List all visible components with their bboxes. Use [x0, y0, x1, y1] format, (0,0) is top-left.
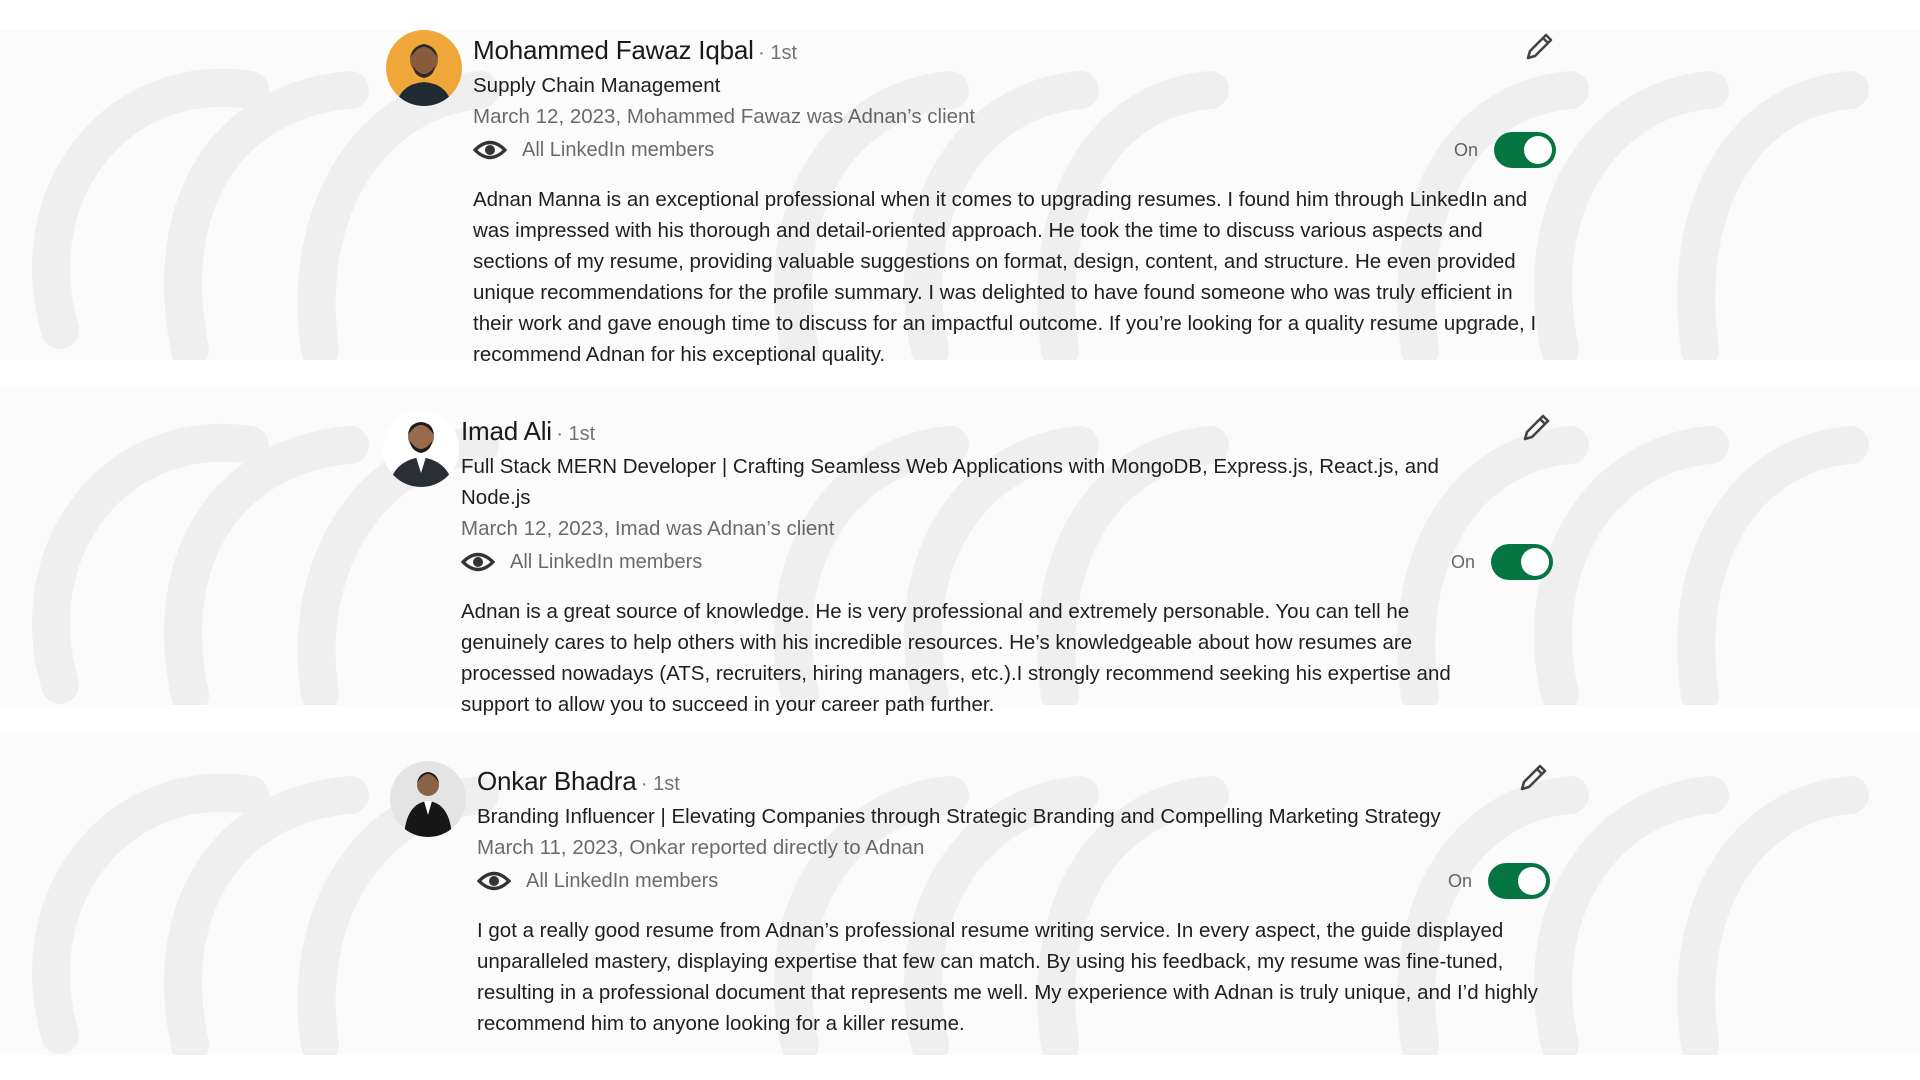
- eye-icon: [473, 140, 507, 160]
- visibility-toggle[interactable]: [1494, 132, 1556, 168]
- edit-button[interactable]: [1519, 411, 1553, 445]
- pencil-icon: [1526, 33, 1553, 60]
- recommender-headline: Full Stack MERN Developer | Crafting Sea…: [461, 455, 1439, 509]
- visibility-label: All LinkedIn members: [510, 550, 703, 573]
- recommender-headline: Supply Chain Management: [473, 74, 721, 97]
- recommendation-date-relation: March 11, 2023, Onkar reported directly …: [477, 836, 925, 859]
- name-line: Imad Ali · 1st: [461, 411, 1553, 451]
- recommendation-content: Onkar Bhadra · 1st Branding Influencer |…: [477, 761, 1550, 1039]
- visibility-toggle[interactable]: [1491, 544, 1553, 580]
- recommender-name[interactable]: Mohammed Fawaz Iqbal: [473, 35, 754, 65]
- edit-button[interactable]: [1522, 30, 1556, 64]
- eye-icon: [461, 552, 495, 572]
- recommendation-date-relation: March 12, 2023, Imad was Adnan’s client: [461, 517, 835, 540]
- recommender-name[interactable]: Imad Ali: [461, 416, 552, 446]
- visibility-toggle[interactable]: [1488, 863, 1550, 899]
- recommendation-content: Mohammed Fawaz Iqbal · 1st Supply Chain …: [473, 30, 1556, 370]
- recommendation-text: Adnan Manna is an exceptional profession…: [473, 188, 1537, 366]
- recommendation-text: I got a really good resume from Adnan’s …: [477, 919, 1538, 1035]
- avatar[interactable]: [390, 761, 466, 837]
- connection-degree: · 1st: [758, 42, 798, 64]
- avatar[interactable]: [383, 411, 459, 487]
- connection-degree: · 1st: [640, 773, 680, 795]
- recommendation-text: Adnan is a great source of knowledge. He…: [461, 600, 1451, 716]
- visibility-toggle-wrap: On: [1451, 544, 1553, 580]
- visibility-toggle-wrap: On: [1454, 132, 1556, 168]
- recommender-name[interactable]: Onkar Bhadra: [477, 766, 637, 796]
- pencil-icon: [1520, 764, 1547, 791]
- visibility-label: All LinkedIn members: [526, 869, 719, 892]
- toggle-knob: [1518, 867, 1546, 895]
- toggle-state-label: On: [1450, 551, 1475, 572]
- edit-button[interactable]: [1516, 761, 1550, 795]
- toggle-state-label: On: [1453, 139, 1478, 160]
- recommender-headline: Branding Influencer | Elevating Companie…: [477, 805, 1441, 828]
- pencil-icon: [1523, 414, 1550, 441]
- eye-icon: [477, 871, 511, 891]
- recommendation-date-relation: March 12, 2023, Mohammed Fawaz was Adnan…: [473, 105, 976, 128]
- visibility-row: All LinkedIn members On: [473, 132, 1556, 168]
- name-line: Onkar Bhadra · 1st: [477, 761, 1550, 801]
- visibility-label: All LinkedIn members: [522, 138, 715, 161]
- recommendation-content: Imad Ali · 1st Full Stack MERN Developer…: [461, 411, 1553, 720]
- visibility-row: All LinkedIn members On: [477, 863, 1550, 899]
- connection-degree: · 1st: [556, 423, 596, 445]
- toggle-state-label: On: [1447, 870, 1472, 891]
- recommendations-page: Mohammed Fawaz Iqbal · 1st Supply Chain …: [0, 0, 1920, 1080]
- name-line: Mohammed Fawaz Iqbal · 1st: [473, 30, 1556, 70]
- visibility-row: All LinkedIn members On: [461, 544, 1553, 580]
- toggle-knob: [1521, 548, 1549, 576]
- toggle-knob: [1524, 136, 1552, 164]
- visibility-toggle-wrap: On: [1448, 863, 1550, 899]
- avatar[interactable]: [386, 30, 462, 106]
